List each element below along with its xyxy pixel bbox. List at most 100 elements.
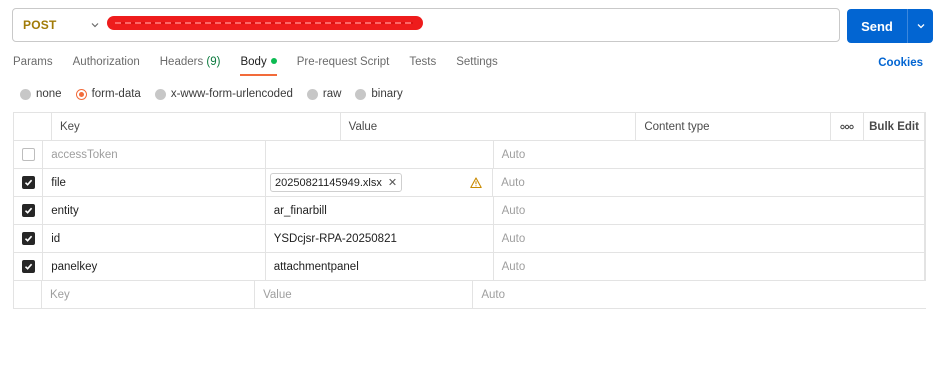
url-input-redacted[interactable]: [107, 16, 423, 30]
radio-binary[interactable]: binary: [355, 88, 403, 100]
radio-form-data[interactable]: form-data: [75, 88, 141, 100]
url-bar: POST: [12, 8, 840, 42]
form-data-table: Key Value Content type Bulk Edit accessT…: [13, 112, 927, 309]
send-options-button[interactable]: [908, 21, 933, 31]
table-row: entity ar_finarbill Auto: [14, 197, 926, 225]
header-key: Key: [52, 113, 341, 140]
radio-label: x-www-form-urlencoded: [170, 88, 293, 100]
radio-label: form-data: [91, 88, 141, 100]
row-key[interactable]: entity: [43, 197, 266, 224]
radio-ring: [20, 88, 31, 100]
tab-pre-request-script[interactable]: Pre-request Script: [297, 56, 390, 76]
warning-icon[interactable]: [470, 177, 482, 189]
cookies-link[interactable]: Cookies: [878, 57, 923, 69]
row-checkbox[interactable]: [21, 148, 35, 161]
row-content-type[interactable]: Auto: [494, 253, 925, 280]
body-indicator-dot: [270, 58, 277, 64]
check-icon: [24, 207, 32, 214]
row-checkbox[interactable]: [21, 176, 35, 189]
check-icon: [24, 263, 32, 270]
radio-label: raw: [322, 88, 342, 100]
row-key[interactable]: id: [43, 225, 266, 252]
tab-label: Pre-request Script: [296, 56, 390, 68]
chevron-down-icon: [917, 24, 924, 29]
table-row: accessToken Auto: [14, 141, 926, 169]
tab-settings[interactable]: Settings: [456, 56, 498, 76]
table-row-new: Key Value Auto: [14, 281, 926, 309]
tab-params[interactable]: Params: [13, 56, 53, 76]
row-check-cell: [14, 253, 44, 280]
row-checkbox[interactable]: [21, 260, 35, 273]
row-value[interactable]: YSDcjsr-RPA-20250821: [266, 225, 494, 252]
header-check-cell: [14, 113, 52, 140]
row-check-cell: [14, 281, 42, 308]
header-end-cell: [925, 113, 927, 140]
tab-label: Settings: [456, 56, 498, 68]
new-value-input[interactable]: Value: [255, 281, 474, 308]
tab-label: Tests: [409, 56, 437, 68]
header-value: Value: [341, 113, 637, 140]
row-checkbox[interactable]: [21, 204, 35, 217]
check-icon: [24, 235, 32, 242]
row-end-cell: [925, 225, 926, 252]
row-check-cell: [14, 169, 44, 196]
row-check-cell: [14, 225, 44, 252]
request-tabs: Params Authorization Headers (9) Body Pr…: [13, 56, 518, 76]
radio-ring: [154, 88, 166, 100]
method-label: POST: [23, 18, 57, 32]
new-key-input[interactable]: Key: [42, 281, 256, 308]
table-row: id YSDcjsr-RPA-20250821 Auto: [14, 225, 926, 253]
radio-none[interactable]: none: [20, 88, 62, 100]
radio-raw[interactable]: raw: [306, 88, 342, 100]
row-value[interactable]: [266, 141, 494, 168]
tab-body[interactable]: Body: [240, 56, 277, 76]
body-mode-radios: none form-data x-www-form-urlencoded raw…: [20, 88, 417, 100]
send-label: Send: [861, 18, 893, 34]
row-key[interactable]: file: [43, 169, 266, 196]
radio-ring: [355, 88, 367, 100]
radio-label: none: [36, 88, 62, 100]
table-header: Key Value Content type Bulk Edit: [14, 113, 927, 141]
row-content-type[interactable]: Auto: [494, 197, 925, 224]
radio-ring: [306, 88, 318, 100]
row-value[interactable]: attachmentpanel: [266, 253, 494, 280]
radio-ring: [75, 88, 87, 100]
tab-tests[interactable]: Tests: [409, 56, 436, 76]
radio-label: binary: [371, 88, 403, 100]
row-content-type[interactable]: Auto: [494, 225, 925, 252]
row-content-type[interactable]: Auto: [493, 169, 925, 196]
row-key[interactable]: accessToken: [43, 141, 266, 168]
check-icon: [24, 179, 32, 186]
tab-label: Authorization: [72, 56, 140, 68]
chevron-down-icon: [92, 23, 99, 28]
postman-request-editor: POST Send Params Authorization Headers (…: [0, 0, 937, 387]
new-content-type[interactable]: Auto: [473, 281, 926, 308]
row-content-type[interactable]: Auto: [494, 141, 925, 168]
tab-label: Body: [240, 56, 267, 68]
send-button[interactable]: Send: [847, 9, 933, 43]
headers-count: (9): [206, 56, 221, 68]
method-select[interactable]: POST: [13, 9, 105, 41]
table-row: file 20250821145949.xlsx ✕ Auto: [14, 169, 926, 197]
table-row: panelkey attachmentpanel Auto: [14, 253, 926, 281]
row-key[interactable]: panelkey: [43, 253, 266, 280]
tab-label: Headers: [159, 56, 204, 68]
bulk-edit-button[interactable]: Bulk Edit: [864, 113, 926, 140]
row-end-cell: [925, 197, 926, 224]
row-checkbox[interactable]: [21, 232, 35, 245]
tab-headers[interactable]: Headers (9): [160, 56, 221, 76]
row-value[interactable]: ar_finarbill: [266, 197, 494, 224]
tab-authorization[interactable]: Authorization: [73, 56, 140, 76]
more-horizontal-icon: [840, 124, 854, 129]
row-end-cell: [925, 169, 926, 196]
more-options-button[interactable]: [831, 113, 865, 140]
tab-label: Params: [13, 56, 53, 68]
file-name: 20250821145949.xlsx: [274, 176, 382, 189]
row-end-cell: [925, 141, 926, 168]
remove-file-icon[interactable]: ✕: [388, 176, 397, 189]
file-chip[interactable]: 20250821145949.xlsx ✕: [269, 173, 403, 192]
row-value-file[interactable]: 20250821145949.xlsx ✕: [266, 169, 494, 196]
row-end-cell: [925, 253, 926, 280]
radio-x-www-form-urlencoded[interactable]: x-www-form-urlencoded: [154, 88, 293, 100]
row-check-cell: [14, 141, 44, 168]
